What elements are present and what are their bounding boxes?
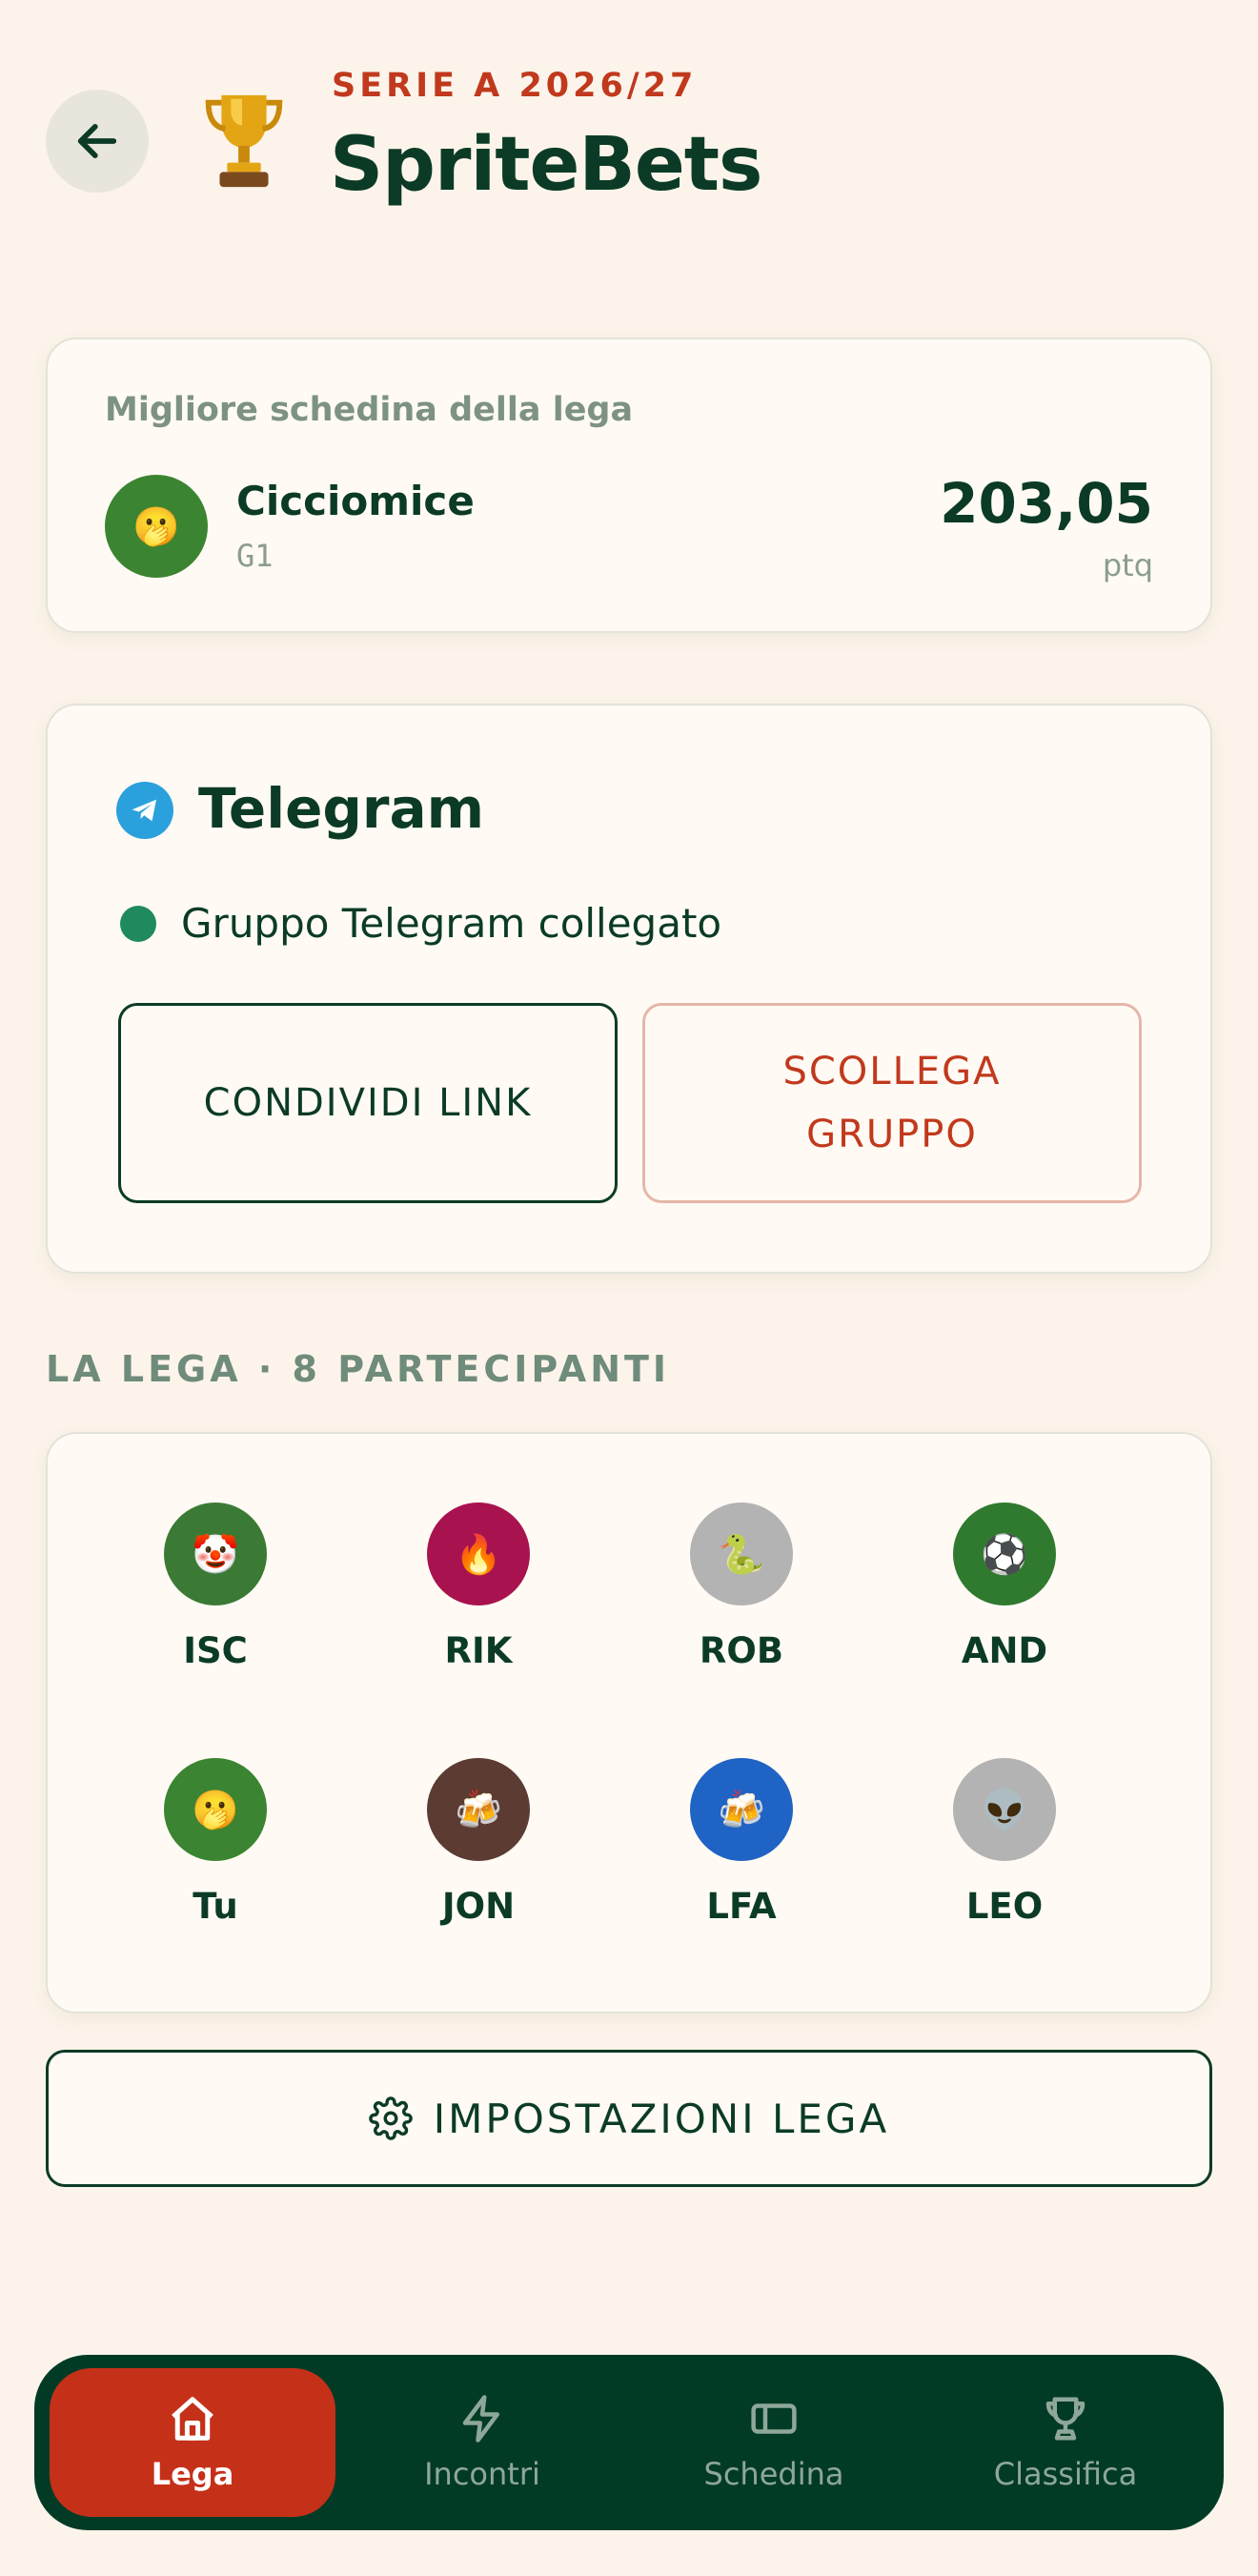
nav-item-lega[interactable]: Lega [50, 2368, 335, 2517]
member-name: RIK [444, 1630, 513, 1671]
best-ticket-matchday: G1 [236, 538, 274, 574]
nav-item-schedina[interactable]: Schedina [631, 2368, 917, 2517]
best-ticket-score: 203,05 [940, 471, 1153, 536]
avatar: 🫢 [164, 1758, 267, 1861]
arrow-left-icon [77, 124, 117, 158]
home-icon [172, 2397, 213, 2441]
share-link-button[interactable]: CONDIVIDI LINK [118, 1003, 618, 1203]
nav-item-classifica[interactable]: Classifica [923, 2368, 1208, 2517]
best-ticket-player: Cicciomice [236, 478, 475, 524]
member-name: Tu [193, 1886, 238, 1927]
avatar: ⚽ [953, 1503, 1056, 1605]
nav-item-incontri[interactable]: Incontri [339, 2368, 625, 2517]
telegram-icon [116, 782, 173, 839]
member-jon[interactable]: 🍻 JON [383, 1758, 574, 1927]
nav-label: Schedina [703, 2456, 844, 2492]
member-lfa[interactable]: 🍻 LFA [646, 1758, 837, 1927]
member-tu[interactable]: 🫢 Tu [120, 1758, 311, 1927]
nav-label: Lega [151, 2456, 234, 2492]
nav-label: Classifica [993, 2456, 1138, 2492]
member-name: ROB [699, 1630, 784, 1671]
gear-icon [369, 2096, 413, 2140]
telegram-status: Gruppo Telegram collegato [181, 900, 722, 947]
avatar: 👽 [953, 1758, 1056, 1861]
telegram-card: Telegram Gruppo Telegram collegato CONDI… [46, 704, 1212, 1274]
best-ticket-unit: ptq [1102, 547, 1153, 583]
unlink-group-button[interactable]: SCOLLEGA GRUPPO [642, 1003, 1142, 1203]
nav-label: Incontri [424, 2456, 540, 2492]
member-name: AND [961, 1630, 1048, 1671]
ticket-icon [751, 2403, 797, 2434]
trophy-icon [1045, 2397, 1086, 2441]
member-name: LFA [706, 1886, 777, 1927]
avatar: 🐍 [690, 1503, 793, 1605]
avatar: 🤡 [164, 1503, 267, 1605]
member-isc[interactable]: 🤡 ISC [120, 1503, 311, 1671]
app-title: SpriteBets [330, 122, 762, 208]
telegram-title: Telegram [198, 776, 485, 841]
member-rob[interactable]: 🐍 ROB [646, 1503, 837, 1671]
member-and[interactable]: ⚽ AND [909, 1503, 1100, 1671]
back-button[interactable] [46, 90, 149, 193]
bottom-nav: Lega Incontri Schedina Classifica [34, 2355, 1224, 2530]
member-leo[interactable]: 👽 LEO [909, 1758, 1100, 1927]
season-label: SERIE A 2026/27 [332, 67, 698, 105]
best-ticket-card[interactable]: Migliore schedina della lega 🫢 Cicciomic… [46, 337, 1212, 633]
league-section-title: LA LEGA · 8 PARTECIPANTI [46, 1348, 671, 1390]
settings-label: IMPOSTAZIONI LEGA [433, 2095, 890, 2142]
avatar: 🍻 [427, 1758, 530, 1861]
member-rik[interactable]: 🔥 RIK [383, 1503, 574, 1671]
league-members-card: 🤡 ISC 🔥 RIK 🐍 ROB ⚽ AND 🫢 Tu 🍻 JON 🍻 LFA… [46, 1432, 1212, 2014]
league-settings-button[interactable]: IMPOSTAZIONI LEGA [46, 2050, 1212, 2187]
status-dot-icon [120, 906, 156, 942]
avatar: 🔥 [427, 1503, 530, 1605]
best-ticket-label: Migliore schedina della lega [105, 391, 634, 429]
member-name: JON [441, 1886, 516, 1927]
member-name: ISC [183, 1630, 248, 1671]
avatar: 🫢 [105, 475, 208, 578]
member-name: LEO [965, 1886, 1044, 1927]
bolt-icon [462, 2395, 499, 2443]
trophy-icon [205, 94, 283, 188]
avatar: 🍻 [690, 1758, 793, 1861]
